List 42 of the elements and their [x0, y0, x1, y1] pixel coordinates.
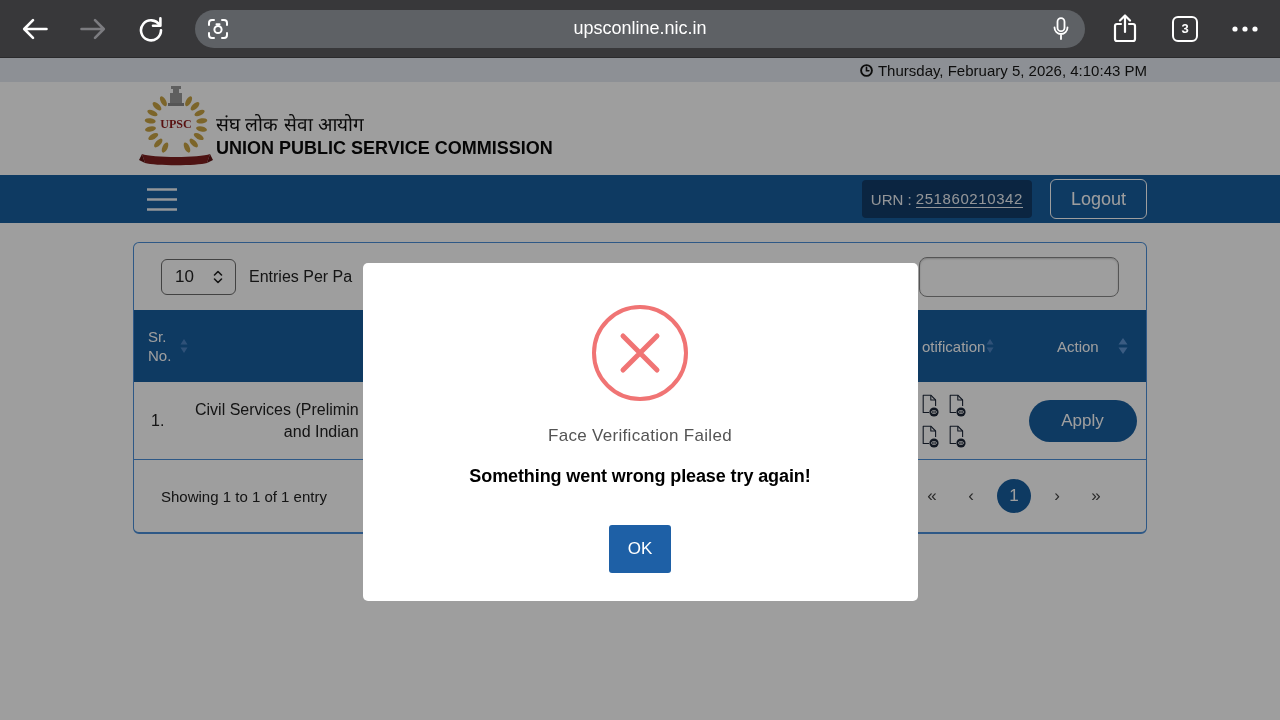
dialog-message: Something went wrong please try again! — [469, 465, 811, 488]
column-header: Sr. No. — [148, 327, 173, 365]
menu-icon — [147, 187, 177, 211]
pagination-button[interactable]: ‹ — [958, 479, 984, 513]
forward-arrow-icon — [80, 17, 106, 40]
document-view-icon[interactable] — [921, 424, 939, 448]
more-icon — [1232, 25, 1258, 32]
tab-count-button[interactable]: 3 — [1172, 15, 1198, 42]
document-view-icon[interactable] — [948, 424, 966, 448]
urn-value: 251860210342 — [915, 190, 1023, 208]
search-field[interactable] — [919, 256, 1119, 297]
document-view-icon[interactable] — [948, 393, 966, 417]
column-header: otification — [922, 337, 986, 355]
pagination-button[interactable]: « — [919, 479, 945, 513]
back-arrow-icon — [22, 17, 48, 40]
logout-button[interactable]: Logout — [1050, 179, 1147, 219]
pagination-button[interactable]: › — [1044, 479, 1070, 513]
share-icon — [1113, 14, 1137, 43]
entries-select[interactable]: 10 — [161, 258, 236, 295]
entries-label: Entries Per Pa — [249, 267, 353, 286]
site-title: UNION PUBLIC SERVICE COMMISSION — [216, 137, 553, 159]
exam-name-text: Civil Services (Prelimin and Indian — [195, 399, 359, 442]
apply-button[interactable]: Apply — [1028, 399, 1137, 442]
pagination-button[interactable]: » — [1083, 479, 1109, 513]
serial-number: 1. — [151, 411, 165, 430]
entries-info-text: Showing 1 to 1 of 1 entry — [161, 487, 327, 505]
dialog-title: Face Verification Failed — [548, 425, 732, 447]
clock-icon — [859, 63, 873, 77]
up-down-chevron-icon — [213, 269, 223, 284]
camera-scan-icon[interactable] — [207, 17, 229, 40]
date-time-text: Thursday, February 5, 2026, 4:10:43 PM — [877, 61, 1147, 79]
reload-icon — [138, 15, 164, 42]
document-view-icon[interactable] — [921, 393, 939, 417]
ok-button[interactable]: OK — [609, 525, 671, 573]
column-header: Action — [1057, 337, 1099, 355]
address-bar[interactable]: upsconline.nic.in — [195, 9, 1085, 48]
menu-button[interactable] — [147, 187, 177, 211]
error-x-circle-icon — [592, 305, 688, 401]
urn-label: URN : — [870, 190, 912, 208]
microphone-icon[interactable] — [1053, 16, 1069, 41]
pagination-button[interactable]: 1 — [997, 479, 1031, 513]
hindi-title: संघ लोक सेवा आयोग — [216, 113, 365, 137]
